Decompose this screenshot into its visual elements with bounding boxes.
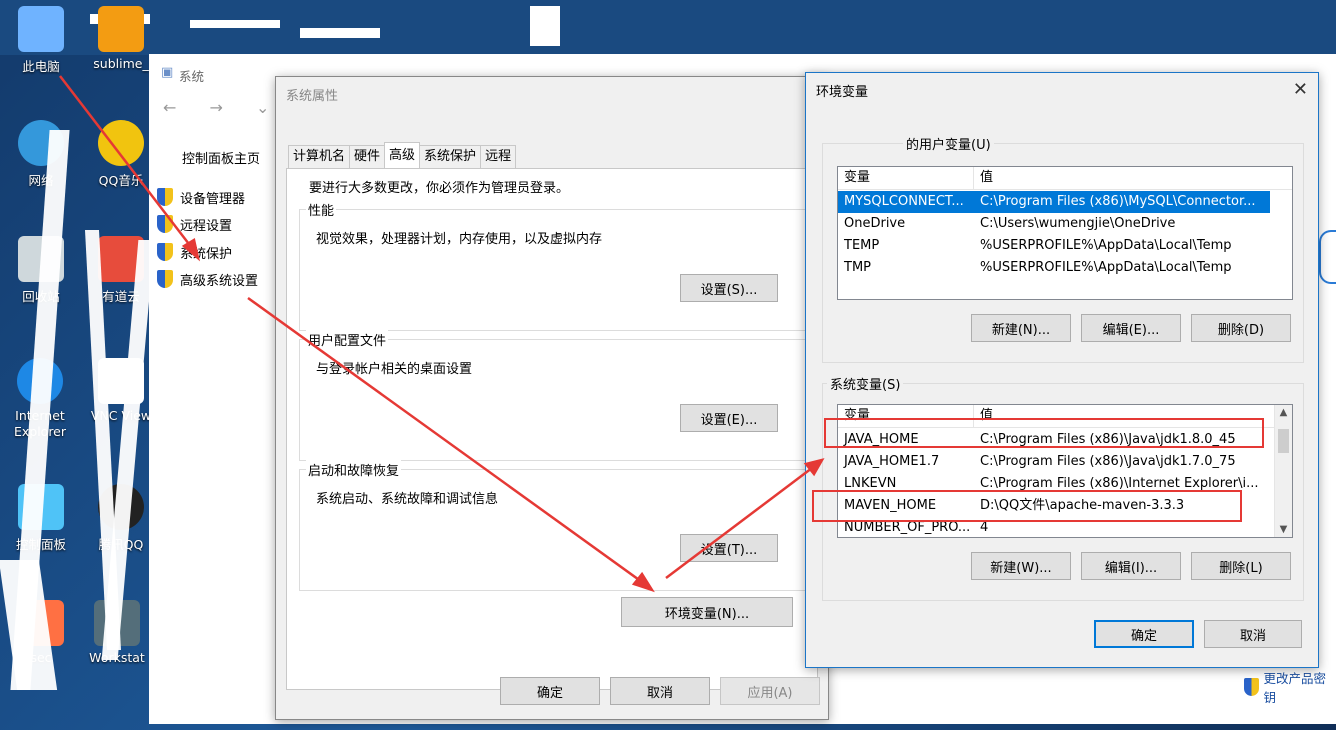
arrowhead xyxy=(181,238,201,262)
arrow-to-env-dialog xyxy=(665,467,813,579)
arrow-to-advanced-settings xyxy=(59,75,193,249)
tab-advanced[interactable]: 高级 xyxy=(384,142,421,168)
annotation-arrows xyxy=(59,75,825,593)
arrow-to-env-button xyxy=(247,296,643,584)
arrowhead xyxy=(631,571,655,593)
